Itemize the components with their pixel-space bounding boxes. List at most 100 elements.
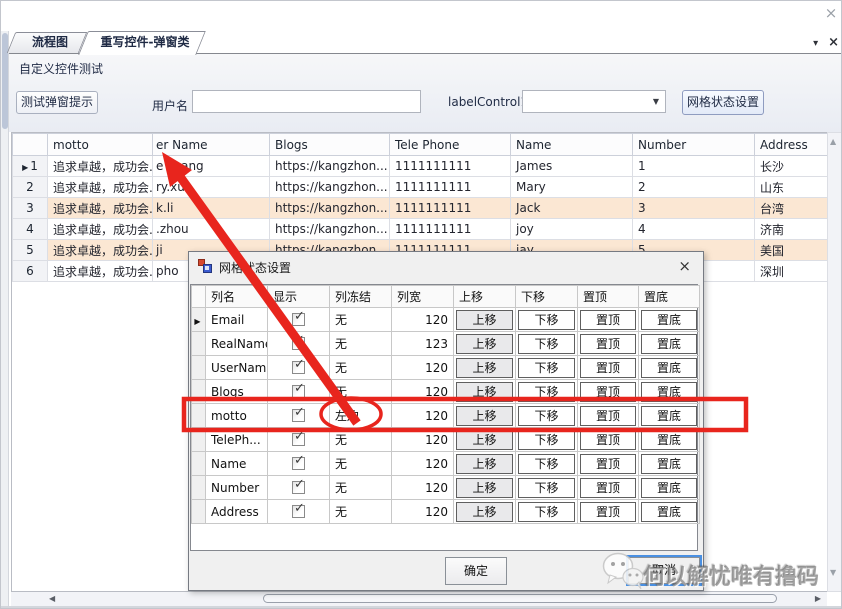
freeze-cell[interactable]: 无 [329,475,392,500]
move-bottom-button[interactable]: 置底 [641,477,697,498]
dialog-close-icon[interactable]: × [678,257,691,275]
table-row[interactable]: 2 追求卓越，成功会... ry.xu https://kangzhon... … [12,176,829,198]
cell-username[interactable]: e zhang [152,155,270,177]
cell-address[interactable]: 美国 [754,239,829,261]
move-bottom-button[interactable]: 置底 [641,405,697,426]
col-name-cell[interactable]: motto [205,403,268,428]
cancel-button[interactable]: 取消 [626,555,702,586]
grid-settings-button[interactable]: 网格状态设置 [682,90,764,115]
row-header[interactable]: 3 [12,197,48,219]
move-top-button[interactable]: 置顶 [580,477,636,498]
move-up-button[interactable]: 上移 [456,357,513,378]
freeze-cell[interactable]: 无 [329,499,392,524]
move-bottom-button[interactable]: 置底 [641,453,697,474]
dialog-row-username[interactable]: UserName ✓ 无 120 上移 下移 置顶 置底 [191,355,700,380]
width-cell[interactable]: 120 [391,403,454,428]
col-header-telephone[interactable]: Tele Phone [389,133,511,156]
move-bottom-button[interactable]: 置底 [641,501,697,522]
move-bottom-button[interactable]: 置底 [641,381,697,402]
freeze-cell[interactable]: 无 [329,331,392,356]
move-bottom-button[interactable]: 置底 [641,357,697,378]
cell-address[interactable]: 深圳 [754,260,829,282]
scroll-down-icon[interactable]: ▼ [830,568,836,577]
show-checkbox[interactable]: ✓ [292,429,305,446]
table-row[interactable]: 4 追求卓越，成功会... .zhou https://kangzhon... … [12,218,829,240]
move-down-button[interactable]: 下移 [518,405,575,426]
labelcontrol1-combobox[interactable]: ▼ [522,90,666,113]
hscroll-thumb[interactable] [263,594,777,603]
col-header-number[interactable]: Number [632,133,755,156]
freeze-cell[interactable]: 无 [329,307,392,332]
col-header-motto[interactable]: motto [47,133,153,156]
combo-dropdown-icon[interactable]: ▼ [653,97,659,106]
move-up-button[interactable]: 上移 [456,429,513,450]
show-checkbox[interactable]: ✓ [292,477,305,494]
move-top-button[interactable]: 置顶 [580,381,636,402]
freeze-cell[interactable]: 无 [329,427,392,452]
dialog-row-blogs[interactable]: Blogs ✓ 无 120 上移 下移 置顶 置底 [191,379,700,404]
move-up-button[interactable]: 上移 [456,477,513,498]
cell-name[interactable]: Jack [510,197,633,219]
dialog-titlebar[interactable]: 网格状态设置 × [189,252,703,280]
cell-motto[interactable]: 追求卓越，成功会... [47,197,153,219]
cell-telephone[interactable]: 1111111111 [389,197,511,219]
row-header[interactable]: 2 [12,176,48,198]
username-input[interactable] [192,90,421,113]
move-top-button[interactable]: 置顶 [580,501,636,522]
dlg-col-freeze[interactable]: 列冻结 [329,285,392,308]
cell-motto[interactable]: 追求卓越，成功会... [47,176,153,198]
move-up-button[interactable]: 上移 [456,501,513,522]
cell-number[interactable]: 3 [632,197,755,219]
cell-name[interactable]: Mary [510,176,633,198]
move-up-button[interactable]: 上移 [456,453,513,474]
show-checkbox[interactable]: ✓ [292,333,305,350]
cell-address[interactable]: 长沙 [754,155,829,177]
col-name-cell[interactable]: RealName [205,331,268,356]
cell-telephone[interactable]: 1111111111 [389,155,511,177]
dlg-col-up[interactable]: 上移 [453,285,516,308]
cell-telephone[interactable]: 1111111111 [389,176,511,198]
dialog-row-name[interactable]: Name ✓ 无 120 上移 下移 置顶 置底 [191,451,700,476]
table-row[interactable]: ▶ 1 追求卓越，成功会... e zhang https://kangzhon.… [12,155,829,177]
move-up-button[interactable]: 上移 [456,405,513,426]
col-header-blogs[interactable]: Blogs [269,133,390,156]
move-down-button[interactable]: 下移 [518,381,575,402]
left-scrollbar-thumb[interactable] [2,33,8,129]
left-vertical-scrollbar[interactable] [1,31,9,606]
move-up-button[interactable]: 上移 [456,333,513,354]
move-top-button[interactable]: 置顶 [580,429,636,450]
cell-blogs[interactable]: https://kangzhon... [269,176,390,198]
dlg-col-top[interactable]: 置顶 [577,285,639,308]
cell-number[interactable]: 4 [632,218,755,240]
cell-address[interactable]: 台湾 [754,197,829,219]
move-bottom-button[interactable]: 置底 [641,333,697,354]
row-header[interactable]: 5 [12,239,48,261]
cell-username[interactable]: ry.xu [152,176,270,198]
freeze-cell[interactable]: 无 [329,379,392,404]
dlg-col-name[interactable]: 列名 [205,285,268,308]
move-top-button[interactable]: 置顶 [580,405,636,426]
width-cell[interactable]: 120 [391,427,454,452]
col-header-username[interactable]: er Name [152,133,270,156]
col-name-cell[interactable]: Number [205,475,268,500]
move-down-button[interactable]: 下移 [518,333,575,354]
col-header-address[interactable]: Address [754,133,829,156]
dlg-col-width[interactable]: 列宽 [391,285,454,308]
dlg-col-down[interactable]: 下移 [515,285,578,308]
show-checkbox[interactable]: ✓ [292,309,305,326]
row-header[interactable]: 6 [12,260,48,282]
test-popup-button[interactable]: 测试弹窗提示 [16,91,98,114]
show-checkbox[interactable]: ✓ [292,405,305,422]
col-name-cell[interactable]: Blogs [205,379,268,404]
dialog-row-realname[interactable]: RealName ✓ 无 123 上移 下移 置顶 置底 [191,331,700,356]
row-header[interactable]: ▶ 1 [12,155,48,177]
show-checkbox[interactable]: ✓ [292,357,305,374]
dialog-row-telephone[interactable]: TelePh... ✓ 无 120 上移 下移 置顶 置底 [191,427,700,452]
width-cell[interactable]: 120 [391,475,454,500]
dialog-row-address[interactable]: Address ✓ 无 120 上移 下移 置顶 置底 [191,499,700,524]
grid-horizontal-scrollbar[interactable]: ◀ ▶ [11,592,827,606]
row-header[interactable]: 4 [12,218,48,240]
freeze-cell[interactable]: 无 [329,451,392,476]
dlg-col-show[interactable]: 显示 [267,285,330,308]
dlg-col-bottom[interactable]: 置底 [638,285,700,308]
